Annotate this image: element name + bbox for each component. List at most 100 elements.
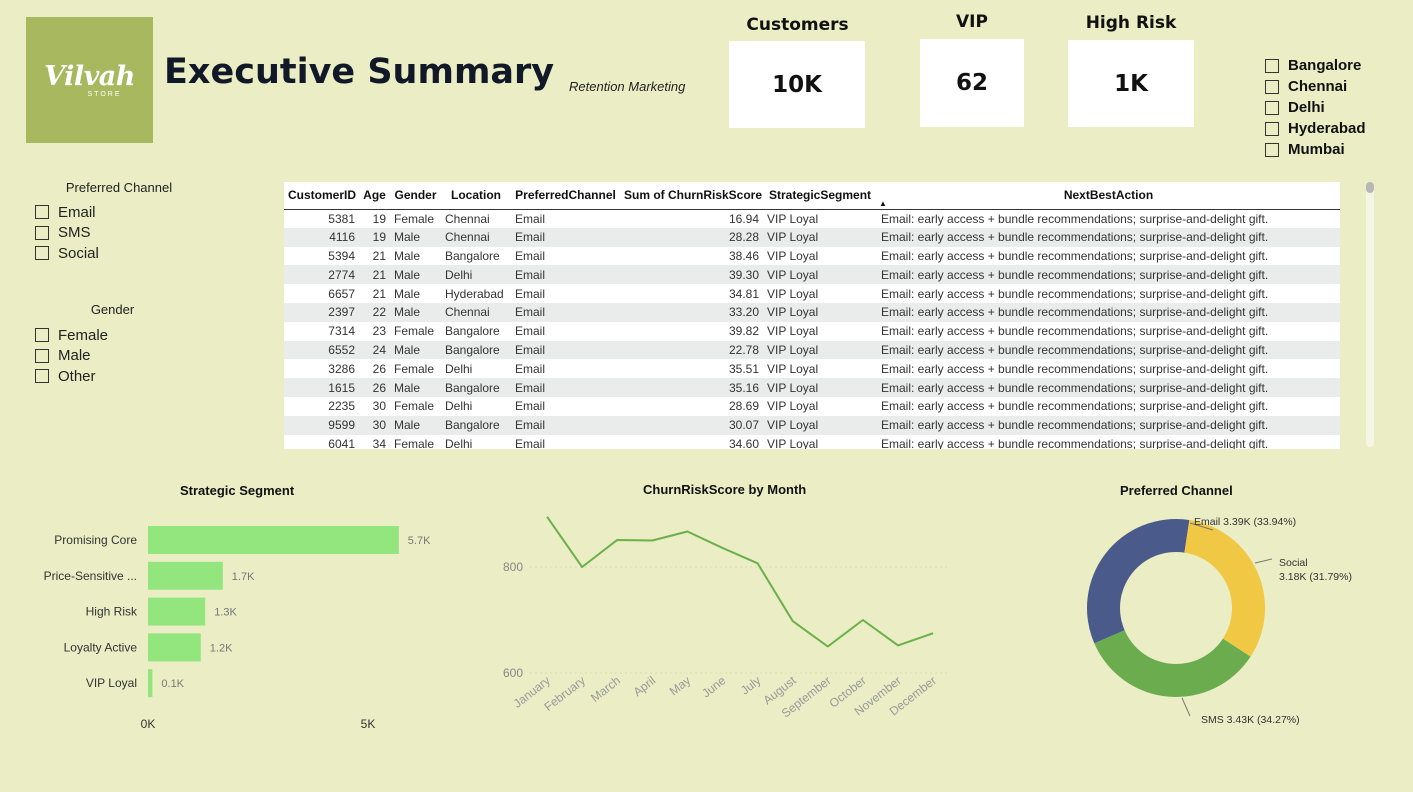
checkbox[interactable] xyxy=(1265,79,1279,94)
scrollbar-thumb[interactable] xyxy=(1366,182,1374,193)
gender-option-other[interactable]: Other xyxy=(35,366,108,387)
bar-1[interactable] xyxy=(148,561,223,590)
table-row[interactable]: 6041 34 Female Delhi Email 34.60 VIP Loyal Emai… xyxy=(284,435,1340,449)
channel-slicer-title: Preferred Channel xyxy=(65,180,173,195)
checkbox[interactable] xyxy=(35,246,49,261)
table-row[interactable]: 4116 19 Male Chennai Email 28.28 VIP Loyal Emai… xyxy=(284,227,1340,247)
table-cell: 2235 xyxy=(328,399,355,414)
table-cell: Email: early access + bundle recommendat… xyxy=(881,286,1269,301)
donut-slice-email[interactable] xyxy=(1087,519,1190,644)
city-option-chennai[interactable]: Chennai xyxy=(1265,76,1366,97)
channel-slicer: Email SMS Social xyxy=(35,202,99,264)
table-cell: Male xyxy=(390,227,441,247)
table-row[interactable]: 5381 19 Female Chennai Email 16.94 VIP Loyal Em… xyxy=(284,209,1340,228)
checkbox[interactable] xyxy=(35,225,49,240)
churn-series-line[interactable] xyxy=(546,516,934,648)
table-header-row: CustomerID Age Gender Location Preferred… xyxy=(284,182,1340,210)
table-row[interactable]: 3286 26 Female Delhi Email 35.51 VIP Loyal Emai… xyxy=(284,359,1340,378)
channel-option-sms[interactable]: SMS xyxy=(35,223,99,244)
table-row[interactable]: 6657 21 Male Hyderabad Email 34.81 VIP Loyal Em… xyxy=(284,284,1340,303)
table-cell: 28.69 xyxy=(728,399,759,414)
table-row[interactable]: 2774 21 Male Delhi Email 39.30 VIP Loyal Email:… xyxy=(284,265,1340,285)
table-cell: 21 xyxy=(372,248,386,263)
channel-donut-chart: Email 3.39K (33.94%) Social 3.18K (31.79%)… xyxy=(1087,516,1352,726)
gender-option-male[interactable]: Male xyxy=(35,346,108,367)
table-cell: Email xyxy=(511,415,620,435)
column-header-age[interactable]: Age xyxy=(359,182,390,210)
table-row[interactable]: 9599 30 Male Bangalore Email 30.07 VIP Loyal Em… xyxy=(284,415,1340,435)
bar-4[interactable] xyxy=(148,669,153,698)
checkbox[interactable] xyxy=(1265,100,1279,115)
table-cell: VIP Loyal xyxy=(767,286,819,301)
checkbox[interactable] xyxy=(35,369,49,384)
bar-data-label: 5.7K xyxy=(408,535,431,547)
table-cell: VIP Loyal xyxy=(767,436,819,449)
table-cell: 33.20 xyxy=(620,302,763,322)
column-header-preferredchannel[interactable]: PreferredChannel xyxy=(511,182,620,210)
column-header-nextbestaction[interactable]: ▲ NextBestAction xyxy=(877,182,1340,210)
table-cell: 34.81 xyxy=(728,286,759,301)
table-scrollbar[interactable] xyxy=(1366,182,1374,447)
checkbox[interactable] xyxy=(1265,142,1279,157)
table-cell: Email xyxy=(511,340,620,360)
table-cell: 19 xyxy=(359,227,390,247)
table-cell: VIP Loyal xyxy=(767,324,819,339)
donut-slice-social[interactable] xyxy=(1184,520,1265,657)
city-slicer: Bangalore Chennai Delhi Hyderabad Mumbai xyxy=(1265,55,1366,160)
bar-data-label: 1.7K xyxy=(232,571,255,583)
table-cell: 2397 xyxy=(284,302,359,322)
table-cell: Delhi xyxy=(445,399,473,414)
bar-2[interactable] xyxy=(148,597,206,626)
column-header-location[interactable]: Location xyxy=(441,182,511,210)
kpi-high-risk-card[interactable]: 1K xyxy=(1068,40,1194,127)
checkbox[interactable] xyxy=(35,205,49,220)
y-tick-label: 800 xyxy=(503,560,523,574)
table-cell: 21 xyxy=(359,265,390,285)
bar-category-label: High Risk xyxy=(86,605,138,619)
table-cell: 4116 xyxy=(284,227,359,247)
table-row[interactable]: 7314 23 Female Bangalore Email 39.82 VIP Loyal… xyxy=(284,322,1340,341)
kpi-customers-card[interactable]: 10K xyxy=(729,41,865,128)
checkbox[interactable] xyxy=(1265,58,1279,73)
city-option-delhi[interactable]: Delhi xyxy=(1265,97,1366,118)
table-row[interactable]: 5394 21 Male Bangalore Email 38.46 VIP Loyal Em… xyxy=(284,247,1340,266)
column-header-customerid[interactable]: CustomerID xyxy=(284,182,359,210)
checkbox[interactable] xyxy=(1265,121,1279,136)
bar-category-label: Promising Core xyxy=(54,533,137,547)
kpi-vip-label: VIP xyxy=(956,12,988,32)
table-cell: Email xyxy=(515,248,546,263)
bar-0[interactable] xyxy=(148,526,399,554)
table-cell: 28.28 xyxy=(620,227,763,247)
table-cell: 26 xyxy=(359,378,390,397)
city-option-bangalore[interactable]: Bangalore xyxy=(1265,55,1366,76)
table-cell: Female xyxy=(394,324,435,339)
column-header-strategicsegment[interactable]: StrategicSegment xyxy=(763,182,877,210)
city-option-hyderabad[interactable]: Hyderabad xyxy=(1265,118,1366,139)
kpi-vip-card[interactable]: 62 xyxy=(920,39,1024,127)
table-cell: Bangalore xyxy=(445,324,500,339)
city-option-mumbai[interactable]: Mumbai xyxy=(1265,139,1366,160)
column-header-churnriskscore[interactable]: Sum of ChurnRiskScore xyxy=(620,182,763,210)
table-row[interactable]: 6552 24 Male Bangalore Email 22.78 VIP Loyal Em… xyxy=(284,340,1340,360)
channel-option-email[interactable]: Email xyxy=(35,202,99,223)
table-row[interactable]: 2397 22 Male Chennai Email 33.20 VIP Loyal Emai… xyxy=(284,302,1340,322)
donut-data-label: Email 3.39K (33.94%) xyxy=(1194,516,1296,528)
table-row[interactable]: 1615 26 Male Bangalore Email 35.16 VIP Loyal Em… xyxy=(284,378,1340,397)
column-header-gender[interactable]: Gender xyxy=(390,182,441,210)
page-title: Executive Summary xyxy=(164,52,555,92)
table-row[interactable]: 2235 30 Female Delhi Email 28.69 VIP Loyal Emai… xyxy=(284,397,1340,416)
donut-data-label: SMS 3.43K (34.27%) xyxy=(1201,714,1300,726)
table-cell: Email: early access + bundle recommendat… xyxy=(877,415,1340,435)
table-cell: Delhi xyxy=(445,361,473,376)
checkbox[interactable] xyxy=(35,328,49,343)
channel-label: Social xyxy=(58,244,99,262)
table-cell: Bangalore xyxy=(441,415,511,435)
table-cell: 16.94 xyxy=(728,211,759,226)
table-cell: VIP Loyal xyxy=(763,302,877,322)
table-cell: Hyderabad xyxy=(445,286,504,301)
gender-option-female[interactable]: Female xyxy=(35,325,108,346)
table-cell: Email xyxy=(515,361,546,376)
channel-option-social[interactable]: Social xyxy=(35,243,99,264)
checkbox[interactable] xyxy=(35,348,49,363)
bar-3[interactable] xyxy=(148,633,201,662)
